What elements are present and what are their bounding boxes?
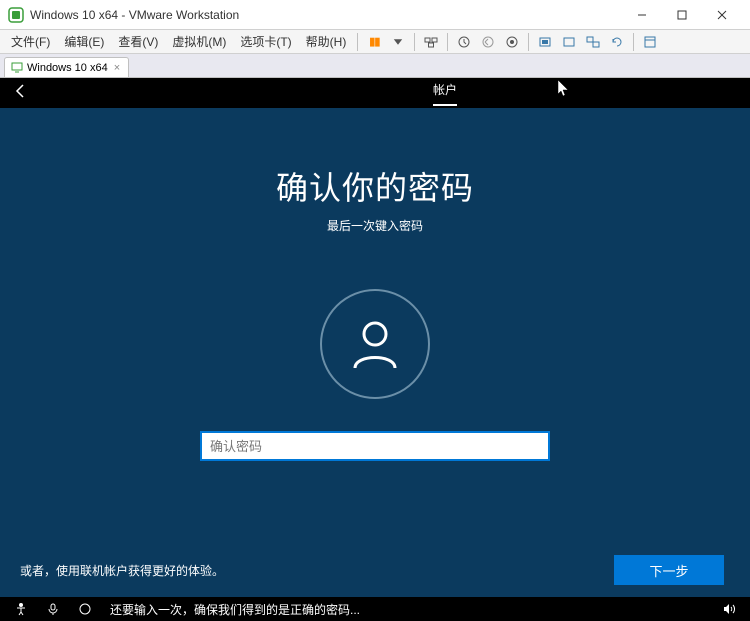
separator [414, 33, 415, 51]
next-button[interactable]: 下一步 [614, 555, 724, 585]
app-icon [8, 7, 24, 23]
vm-display: 帐户 确认你的密码 最后一次键入密码 或者，使用联机帐户获得更好的体验。 下一步… [0, 78, 750, 621]
unity-icon[interactable] [582, 32, 604, 52]
vm-tab[interactable]: Windows 10 x64 × [4, 57, 129, 77]
minimize-button[interactable] [622, 1, 662, 29]
pause-icon[interactable]: ▮▮ [363, 32, 385, 52]
menu-edit[interactable]: 编辑(E) [57, 30, 111, 53]
tab-label: Windows 10 x64 [27, 62, 108, 74]
microphone-icon[interactable] [46, 602, 60, 616]
accessibility-icon[interactable] [14, 602, 28, 616]
separator [357, 33, 358, 51]
oobe-footer: 还要输入一次，确保我们得到的是正确的密码... [0, 597, 750, 621]
separator [633, 33, 634, 51]
separator [528, 33, 529, 51]
window-title: Windows 10 x64 - VMware Workstation [30, 8, 622, 22]
menu-tabs[interactable]: 选项卡(T) [233, 30, 298, 53]
library-icon[interactable] [639, 32, 661, 52]
menu-view[interactable]: 查看(V) [111, 30, 165, 53]
tab-strip: Windows 10 x64 × [0, 54, 750, 78]
confirm-password-input[interactable] [200, 431, 550, 461]
send-ctrl-alt-del-icon[interactable] [420, 32, 442, 52]
monitor-icon [11, 62, 23, 74]
oobe-content: 确认你的密码 最后一次键入密码 或者，使用联机帐户获得更好的体验。 下一步 [0, 108, 750, 597]
menu-vm[interactable]: 虚拟机(M) [165, 30, 233, 53]
oobe-header: 帐户 [0, 78, 750, 108]
menubar: 文件(F) 编辑(E) 查看(V) 虚拟机(M) 选项卡(T) 帮助(H) ▮▮ [0, 30, 750, 54]
online-account-link[interactable]: 或者，使用联机帐户获得更好的体验。 [20, 562, 224, 579]
tab-close-icon[interactable]: × [112, 62, 122, 74]
volume-icon[interactable] [722, 602, 736, 616]
snapshot-icon[interactable] [453, 32, 475, 52]
page-subtitle: 最后一次键入密码 [327, 217, 423, 234]
oobe-tab-account[interactable]: 帐户 [433, 81, 457, 106]
snapshot-manager-icon[interactable] [501, 32, 523, 52]
window-titlebar: Windows 10 x64 - VMware Workstation [0, 0, 750, 30]
close-button[interactable] [702, 1, 742, 29]
window-controls [622, 1, 742, 29]
fullscreen-icon[interactable] [558, 32, 580, 52]
snapshot-revert-icon[interactable] [477, 32, 499, 52]
cycle-icon[interactable] [606, 32, 628, 52]
cortana-icon[interactable] [78, 602, 92, 616]
dropdown-icon[interactable] [387, 32, 409, 52]
maximize-button[interactable] [662, 1, 702, 29]
fit-guest-icon[interactable] [534, 32, 556, 52]
user-avatar-icon [320, 289, 430, 399]
separator [447, 33, 448, 51]
cortana-text: 还要输入一次，确保我们得到的是正确的密码... [110, 601, 704, 618]
page-title: 确认你的密码 [276, 163, 474, 209]
menu-help[interactable]: 帮助(H) [299, 30, 354, 53]
menu-file[interactable]: 文件(F) [4, 30, 57, 53]
back-button[interactable] [12, 82, 30, 105]
